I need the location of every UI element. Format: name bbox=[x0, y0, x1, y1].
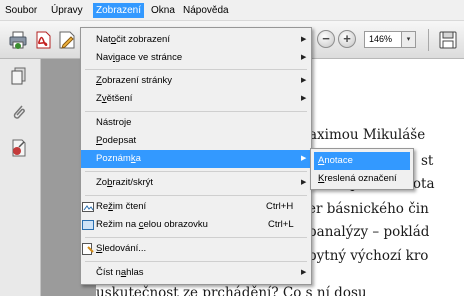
menu-separator bbox=[85, 69, 307, 70]
view-menu-dropdown: Natočit zobrazení ▶ Navigace ve stránce … bbox=[80, 27, 312, 285]
submenu-arrow-icon: ▶ bbox=[301, 77, 307, 84]
comment-submenu: Anotace Kreslená označení bbox=[310, 148, 414, 190]
menu-help[interactable]: Nápověda bbox=[180, 3, 232, 18]
save-icon[interactable] bbox=[438, 30, 458, 50]
menu-window[interactable]: Okna bbox=[148, 3, 178, 18]
menu-item-tracker[interactable]: Sledování... bbox=[81, 240, 311, 258]
full-screen-icon bbox=[82, 219, 94, 231]
shortcut-label: Ctrl+H bbox=[266, 201, 294, 212]
menu-item-page-display[interactable]: Zobrazení stránky ▶ bbox=[81, 72, 311, 90]
menu-item-comment[interactable]: Poznámka ▶ bbox=[81, 150, 311, 168]
menubar: Soubor Úpravy Zobrazení Okna Nápověda bbox=[0, 0, 464, 21]
document-line: er básnického čin bbox=[308, 201, 429, 217]
document-line: st bbox=[421, 153, 434, 169]
menu-item-rotate-view[interactable]: Natočit zobrazení ▶ bbox=[81, 31, 311, 49]
submenu-item-drawing-markups[interactable]: Kreslená označení bbox=[314, 170, 410, 188]
create-pdf-icon[interactable] bbox=[33, 30, 53, 50]
menu-separator bbox=[85, 111, 307, 112]
submenu-item-annotations[interactable]: Anotace bbox=[314, 152, 410, 170]
menu-separator bbox=[85, 237, 307, 238]
tracker-icon bbox=[82, 243, 94, 255]
menu-item-sign[interactable]: Podepsat bbox=[81, 132, 311, 150]
menu-view[interactable]: Zobrazení bbox=[93, 3, 145, 18]
menu-separator bbox=[85, 171, 307, 172]
submenu-arrow-icon: ▶ bbox=[301, 269, 307, 276]
menu-item-tools[interactable]: Nástroje bbox=[81, 114, 311, 132]
menu-separator bbox=[85, 261, 307, 262]
zoom-dropdown-button[interactable]: ▾ bbox=[402, 31, 416, 48]
menu-item-page-navigation[interactable]: Navigace ve stránce ▶ bbox=[81, 49, 311, 67]
navigation-pane bbox=[0, 59, 41, 296]
menu-edit[interactable]: Úpravy bbox=[48, 3, 86, 18]
signatures-icon[interactable] bbox=[10, 139, 28, 157]
zoom-out-icon[interactable]: − bbox=[317, 30, 335, 48]
menu-item-show-hide[interactable]: Zobrazit/skrýt ▶ bbox=[81, 174, 311, 192]
read-mode-icon bbox=[82, 201, 94, 213]
submenu-arrow-icon: ▶ bbox=[301, 95, 307, 102]
menu-file[interactable]: Soubor bbox=[2, 3, 40, 18]
document-line: aximou Mikuláše bbox=[309, 127, 426, 143]
submenu-arrow-icon: ▶ bbox=[301, 36, 307, 43]
submenu-arrow-icon: ▶ bbox=[301, 179, 307, 186]
toolbar-divider bbox=[428, 29, 429, 51]
print-icon[interactable] bbox=[8, 30, 28, 50]
zoom-input[interactable]: 146% bbox=[364, 31, 402, 48]
document-line: panalýzy – poklád bbox=[308, 224, 430, 240]
attachments-icon[interactable] bbox=[10, 103, 28, 121]
menu-item-zoom[interactable]: Zvětšení ▶ bbox=[81, 90, 311, 108]
menu-item-read-aloud[interactable]: Číst nahlas ▶ bbox=[81, 264, 311, 282]
menu-item-read-mode[interactable]: Režim čtení Ctrl+H bbox=[81, 198, 311, 216]
submenu-arrow-icon: ▶ bbox=[301, 155, 307, 162]
zoom-in-icon[interactable]: + bbox=[338, 30, 356, 48]
edit-icon[interactable] bbox=[57, 30, 77, 50]
shortcut-label: Ctrl+L bbox=[268, 219, 294, 230]
submenu-arrow-icon: ▶ bbox=[301, 54, 307, 61]
menu-item-full-screen[interactable]: Režim na celou obrazovku Ctrl+L bbox=[81, 216, 311, 234]
document-line: uskutečnost ze prchádění? Co s ní dosu bbox=[96, 285, 367, 296]
document-line: pytný výchozí kro bbox=[308, 248, 429, 264]
pages-icon[interactable] bbox=[10, 67, 28, 85]
menu-separator bbox=[85, 195, 307, 196]
